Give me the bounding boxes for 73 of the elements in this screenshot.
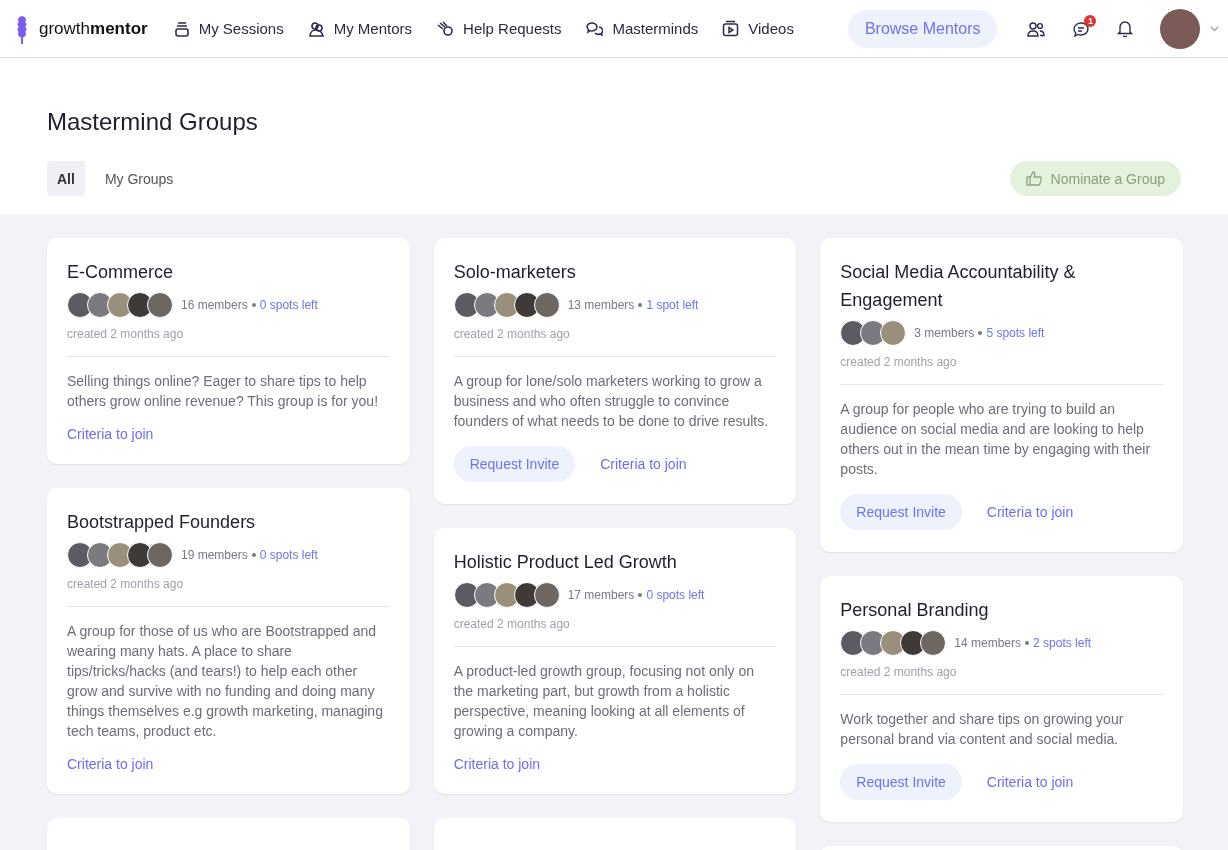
page-title: Mastermind Groups — [47, 107, 259, 136]
separator-dot — [251, 303, 256, 307]
group-title: Holistic Product Led Growth — [453, 551, 678, 574]
member-avatar — [533, 582, 560, 608]
request-invite-button[interactable]: Request Invite — [840, 494, 962, 530]
criteria-link[interactable]: Criteria to join — [986, 504, 1074, 520]
separator-dot — [638, 593, 643, 597]
nav-link[interactable]: Videos — [722, 20, 794, 37]
criteria-link[interactable]: Criteria to join — [600, 456, 687, 472]
member-count: 14 members — [954, 636, 1022, 650]
spots-left: 0 spots left — [259, 548, 318, 562]
separator-dot — [978, 331, 983, 335]
notification-badge: 1 — [1084, 14, 1097, 27]
nav-link[interactable]: My Mentors — [307, 20, 413, 37]
separator-dot — [638, 303, 643, 307]
member-count: 17 members — [567, 588, 635, 602]
spots-left: 1 spot left — [646, 298, 699, 312]
group-title: Solo-marketers — [453, 261, 577, 284]
criteria-link[interactable]: Criteria to join — [67, 756, 154, 772]
separator-dot — [1025, 641, 1030, 645]
stack-icon — [173, 20, 190, 37]
group-description: A product-led growth group, focusing not only on the marketing part, but growth from a holistic perspective, meaning looking at all elements of growing a company. — [453, 662, 756, 741]
chevron-down-icon[interactable] — [1210, 25, 1220, 32]
group-title: Social Media Accountability & Engagement — [840, 261, 1077, 312]
created-date: created 2 months ago — [453, 617, 571, 631]
created-date: created 2 months ago — [67, 577, 185, 591]
nav-link[interactable]: Masterminds — [585, 20, 699, 37]
chat-icon — [585, 20, 604, 37]
group-description: A group for lone/solo marketers working to grow a business and who often struggle to convince founders of what needs to be done to drive results. — [453, 372, 770, 431]
group-description: Selling things online? Eager to share tips to help others grow online revenue? This group is for you! — [67, 372, 380, 411]
member-avatar — [880, 320, 907, 346]
filter-tab[interactable]: All — [47, 161, 85, 196]
bell-icon[interactable] — [1117, 20, 1134, 37]
member-avatar — [147, 542, 173, 568]
group-title: E-Commerce — [67, 261, 174, 284]
browse-mentors-button[interactable]: Browse Mentors — [847, 9, 998, 48]
created-date: created 2 months ago — [453, 327, 571, 341]
created-date: created 2 months ago — [840, 665, 958, 679]
group-description: A group for people who are trying to build an audience on social media and are looking to help others out in the mean time by engaging with their posts. — [840, 400, 1152, 479]
member-avatar — [147, 292, 173, 318]
chat-icon[interactable] — [1072, 19, 1091, 38]
spots-left: 0 spots left — [646, 588, 705, 602]
criteria-link[interactable]: Criteria to join — [67, 426, 154, 442]
nav-link[interactable]: Help Requests — [436, 20, 562, 37]
group-title: Personal Branding — [840, 599, 990, 622]
criteria-link[interactable]: Criteria to join — [453, 756, 541, 772]
people-icon — [307, 20, 325, 37]
nominate-group-button[interactable]: Nominate a Group — [1009, 161, 1181, 196]
people-icon[interactable] — [1027, 20, 1046, 37]
member-count: 13 members — [567, 298, 635, 312]
request-invite-button[interactable]: Request Invite — [840, 764, 962, 800]
member-count: 3 members — [914, 326, 975, 340]
member-count: 19 members — [181, 548, 248, 562]
member-avatar — [533, 292, 560, 318]
user-avatar[interactable] — [1160, 8, 1201, 49]
nav-link[interactable]: My Sessions — [173, 20, 284, 37]
filter-tab[interactable]: My Groups — [94, 161, 192, 196]
member-count: 16 members — [181, 298, 248, 312]
group-description: Work together and share tips on growing your personal brand via content and social media. — [840, 710, 1125, 749]
spots-left: 5 spots left — [986, 326, 1045, 340]
separator-dot — [251, 553, 256, 557]
member-avatar — [920, 630, 947, 656]
criteria-link[interactable]: Criteria to join — [986, 774, 1074, 790]
brand-name[interactable]: growthmentor — [39, 18, 148, 39]
created-date: created 2 months ago — [840, 355, 958, 369]
group-title: Bootstrapped Founders — [67, 511, 257, 534]
play-icon — [722, 20, 740, 37]
created-date: created 2 months ago — [67, 327, 185, 341]
group-description: A group for those of us who are Bootstrapped and wearing many hats. A place to share tips/tricks/hacks (and tears!) to help each other grow and survive with no funding and doing many things themselves e.g growth marketing, managing tech teams, product etc. — [67, 622, 384, 741]
thumbs-up-icon — [1025, 171, 1042, 186]
request-invite-button[interactable]: Request Invite — [453, 446, 576, 482]
spots-left: 2 spots left — [1033, 636, 1092, 650]
spots-left: 0 spots left — [259, 298, 318, 312]
